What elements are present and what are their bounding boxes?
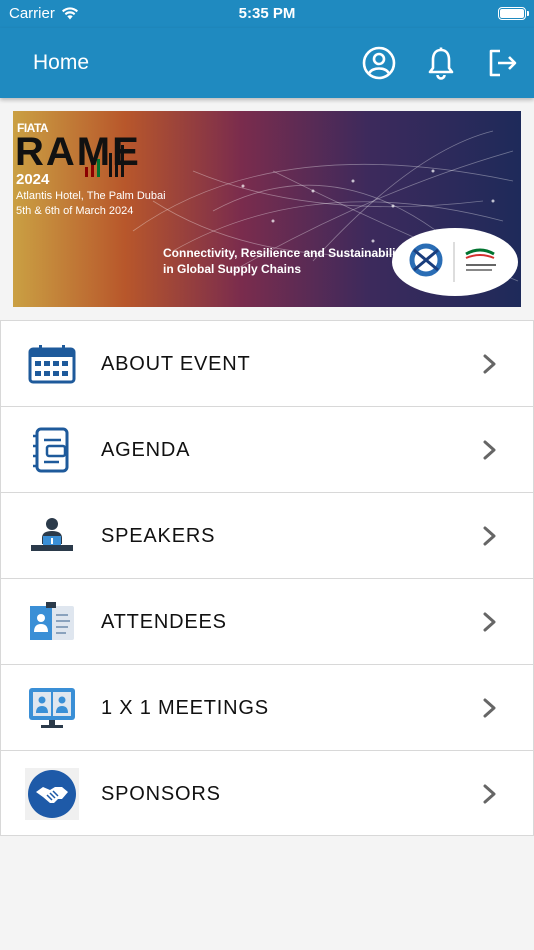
chevron-right-icon bbox=[483, 440, 496, 460]
menu-item-attendees[interactable]: ATTENDEES bbox=[0, 578, 534, 664]
menu-item-label: 1 X 1 MEETINGS bbox=[101, 697, 269, 719]
logout-icon bbox=[489, 49, 517, 77]
banner-event-name: RAME bbox=[15, 130, 141, 174]
agenda-icon bbox=[25, 424, 79, 476]
menu-item-agenda[interactable]: AGENDA bbox=[0, 406, 534, 492]
handshake-icon bbox=[25, 768, 79, 820]
id-badge-icon bbox=[25, 596, 79, 648]
logout-button[interactable] bbox=[484, 45, 520, 81]
chevron-right-icon bbox=[483, 526, 496, 546]
battery-icon bbox=[498, 7, 529, 20]
menu-item-label: ABOUT EVENT bbox=[101, 353, 251, 375]
menu-item-label: AGENDA bbox=[101, 439, 191, 461]
menu-item-about-event[interactable]: ABOUT EVENT bbox=[0, 320, 534, 406]
menu-item-speakers[interactable]: SPEAKERS bbox=[0, 492, 534, 578]
menu-item-label: SPEAKERS bbox=[101, 525, 216, 547]
calendar-icon bbox=[25, 338, 79, 390]
chevron-right-icon bbox=[483, 698, 496, 718]
banner-dates: 5th & 6th of March 2024 bbox=[16, 205, 134, 217]
event-banner[interactable]: FIATA RAME 2024 Atlantis Hotel, The Palm… bbox=[13, 111, 521, 307]
chevron-right-icon bbox=[483, 354, 496, 374]
top-nav-bar: Home bbox=[0, 28, 534, 98]
bell-icon bbox=[428, 47, 454, 80]
profile-icon bbox=[362, 46, 396, 80]
video-meeting-icon bbox=[25, 682, 79, 734]
menu-item-label: ATTENDEES bbox=[101, 611, 227, 633]
status-bar: Carrier 5:35 PM bbox=[0, 0, 534, 28]
chevron-right-icon bbox=[483, 784, 496, 804]
page-title: Home bbox=[33, 51, 90, 74]
menu-item-1x1-meetings[interactable]: 1 X 1 MEETINGS bbox=[0, 664, 534, 750]
banner-tagline: Connectivity, Resilience and Sustainabil… bbox=[163, 245, 406, 277]
home-menu-list: ABOUT EVENT AGENDA SPEAKERS ATTENDEES 1 … bbox=[0, 320, 534, 836]
menu-item-label: SPONSORS bbox=[101, 783, 221, 805]
banner-tagline-line1: Connectivity, Resilience and Sustainabil… bbox=[163, 246, 407, 260]
banner-tagline-line2: in Global Supply Chains bbox=[163, 262, 302, 276]
banner-venue: Atlantis Hotel, The Palm Dubai bbox=[16, 190, 166, 202]
speaker-podium-icon bbox=[25, 510, 79, 562]
menu-item-sponsors[interactable]: SPONSORS bbox=[0, 750, 534, 836]
notifications-button[interactable] bbox=[423, 45, 459, 81]
partner-logos bbox=[392, 228, 518, 296]
partner-logo-graphic bbox=[409, 242, 496, 282]
status-time: 5:35 PM bbox=[238, 5, 296, 22]
profile-button[interactable] bbox=[361, 45, 397, 81]
chevron-right-icon bbox=[483, 612, 496, 632]
banner-year: 2024 bbox=[16, 171, 50, 188]
